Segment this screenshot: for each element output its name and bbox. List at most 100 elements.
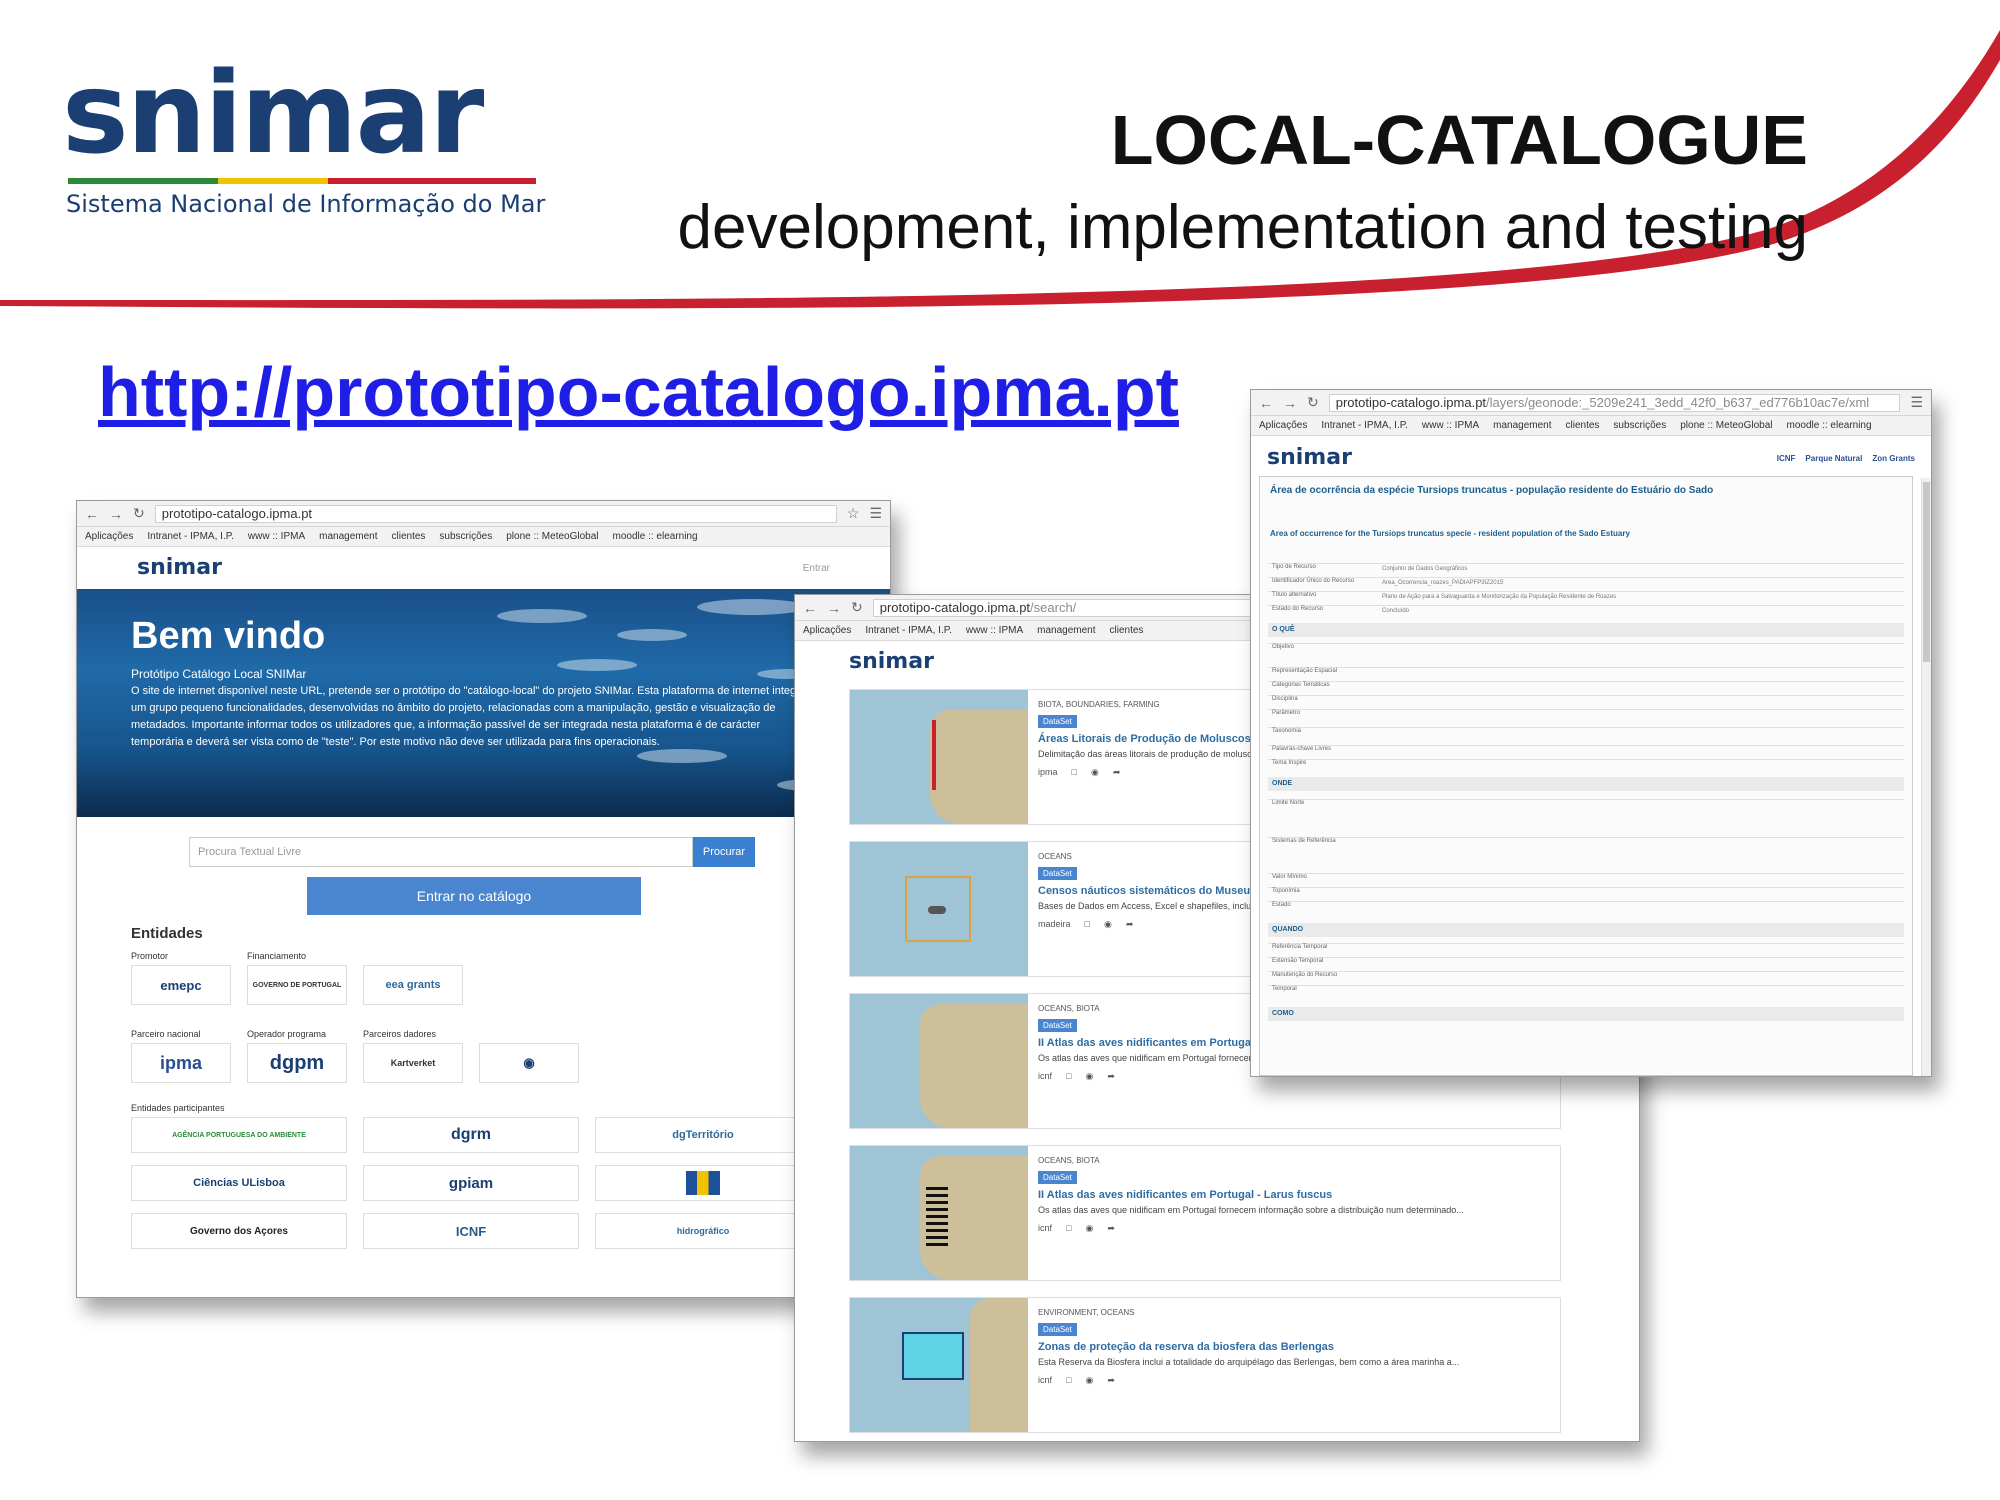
- search-input[interactable]: Procura Textual Livre: [189, 837, 693, 867]
- logo-eea-grants[interactable]: eea grants: [363, 965, 463, 1005]
- result-owner[interactable]: icnf: [1038, 1375, 1052, 1386]
- hero-banner: Bem vindo Protótipo Catálogo Local SNIMa…: [77, 589, 890, 817]
- bookmark-apps[interactable]: Aplicações: [803, 625, 851, 636]
- fish-shape: [497, 609, 587, 623]
- bookmark-clientes[interactable]: clientes: [392, 531, 426, 542]
- logo-madeira[interactable]: [595, 1165, 811, 1201]
- logo-hidrografico[interactable]: hidrográfico: [595, 1213, 811, 1249]
- back-icon[interactable]: ←: [1259, 395, 1273, 411]
- bookmark-plone[interactable]: plone :: MeteoGlobal: [1680, 420, 1772, 431]
- logo-dgpm[interactable]: dgpm: [247, 1043, 347, 1083]
- bookmark-intranet[interactable]: Intranet - IPMA, I.P.: [1321, 420, 1408, 431]
- bookmark-clientes[interactable]: clientes: [1110, 625, 1144, 636]
- browser-toolbar: ← → ↻ prototipo-catalogo.ipma.pt/layers/…: [1251, 390, 1931, 416]
- address-bar[interactable]: prototipo-catalogo.ipma.pt/layers/geonod…: [1328, 393, 1901, 412]
- site-logo[interactable]: snimar: [137, 557, 222, 579]
- scrollbar-thumb[interactable]: [1923, 482, 1930, 662]
- bookmark-management[interactable]: management: [1037, 625, 1095, 636]
- result-card[interactable]: ENVIRONMENT, OCEANS DataSet Zonas de pro…: [849, 1297, 1561, 1433]
- share-icon[interactable]: ➦: [1107, 1071, 1115, 1082]
- bookmark-www-ipma[interactable]: www :: IPMA: [248, 531, 305, 542]
- bookmark-management[interactable]: management: [319, 531, 377, 542]
- logo-gpiam[interactable]: gpiam: [363, 1165, 579, 1201]
- metadata-row: Palavras-chave Livres: [1268, 745, 1904, 757]
- metadata-panel: Área de ocorrência da espécie Tursiops t…: [1259, 476, 1913, 1076]
- forward-icon[interactable]: →: [1283, 395, 1297, 411]
- bookmark-clientes[interactable]: clientes: [1566, 420, 1600, 431]
- metadata-row: Disciplina: [1268, 695, 1904, 707]
- reload-icon[interactable]: ↻: [1307, 394, 1319, 411]
- reload-icon[interactable]: ↻: [851, 599, 863, 616]
- logo-kartverket[interactable]: Kartverket: [363, 1043, 463, 1083]
- logo-shield[interactable]: ◉: [479, 1043, 579, 1083]
- logo-subtitle: Sistema Nacional de Informação do Mar: [66, 190, 546, 218]
- logo-apa[interactable]: AGÊNCIA PORTUGUESA DO AMBIENTE: [131, 1117, 347, 1153]
- result-owner[interactable]: icnf: [1038, 1071, 1052, 1082]
- catalogue-url-link[interactable]: http://prototipo-catalogo.ipma.pt: [98, 352, 1179, 432]
- bookmark-www-ipma[interactable]: www :: IPMA: [1422, 420, 1479, 431]
- bookmark-subscricoes[interactable]: subscrições: [1613, 420, 1666, 431]
- enter-catalogue-button[interactable]: Entrar no catálogo: [307, 877, 641, 915]
- share-icon[interactable]: ➦: [1107, 1375, 1115, 1386]
- result-owner[interactable]: ipma: [1038, 767, 1058, 778]
- share-icon[interactable]: ➦: [1107, 1223, 1115, 1234]
- back-icon[interactable]: ←: [85, 506, 99, 522]
- bookmark-moodle[interactable]: moodle :: elearning: [613, 531, 698, 542]
- result-map-thumbnail: [850, 994, 1028, 1128]
- section-what: O QUÊ: [1268, 623, 1904, 637]
- metadata-row: Sistemas de Referência: [1268, 837, 1904, 855]
- address-host: prototipo-catalogo.ipma.pt: [879, 600, 1031, 615]
- share-icon[interactable]: ➦: [1113, 767, 1121, 778]
- bookmark-management[interactable]: management: [1493, 420, 1551, 431]
- menu-icon[interactable]: ☰: [869, 505, 882, 522]
- metadata-row: Objetivo: [1268, 643, 1904, 667]
- address-bar[interactable]: prototipo-catalogo.ipma.pt: [154, 504, 837, 523]
- result-category: OCEANS, BIOTA: [1038, 1156, 1100, 1165]
- logo-gov-portugal[interactable]: GOVERNO DE PORTUGAL: [247, 965, 347, 1005]
- scrollbar[interactable]: [1921, 478, 1931, 1076]
- label-dadores: Parceiros dadores: [363, 1029, 437, 1039]
- logo-emepc[interactable]: emepc: [131, 965, 231, 1005]
- label-operador: Operador programa: [247, 1029, 327, 1039]
- site-logo[interactable]: snimar: [849, 651, 934, 673]
- bookmark-apps[interactable]: Aplicações: [1259, 420, 1307, 431]
- slide-title: LOCAL-CATALOGUE: [1110, 101, 1808, 179]
- bookmark-moodle[interactable]: moodle :: elearning: [1787, 420, 1872, 431]
- logo-ciencias[interactable]: Ciências ULisboa: [131, 1165, 347, 1201]
- result-owner[interactable]: madeira: [1038, 919, 1071, 930]
- logo-dgterritorio[interactable]: dgTerritório: [595, 1117, 811, 1153]
- bookmark-subscricoes[interactable]: subscrições: [439, 531, 492, 542]
- logo-dgrm[interactable]: dgrm: [363, 1117, 579, 1153]
- metadata-row: Temporal: [1268, 985, 1904, 997]
- logo-wordmark: snimar: [62, 49, 484, 179]
- result-title[interactable]: Zonas de proteção da reserva da biosfera…: [1038, 1341, 1558, 1353]
- metadata-row: Título alternativo Plano de Ação para a S…: [1268, 591, 1904, 603]
- bookmark-intranet[interactable]: Intranet - IPMA, I.P.: [147, 531, 234, 542]
- result-card[interactable]: OCEANS, BIOTA DataSet II Atlas das aves …: [849, 1145, 1561, 1281]
- forward-icon[interactable]: →: [109, 506, 123, 522]
- menu-icon[interactable]: ☰: [1910, 394, 1923, 411]
- result-title[interactable]: II Atlas das aves nidificantes em Portug…: [1038, 1189, 1558, 1201]
- logo-ipma[interactable]: ipma: [131, 1043, 231, 1083]
- search-button[interactable]: Procurar: [693, 837, 755, 867]
- result-owner[interactable]: icnf: [1038, 1223, 1052, 1234]
- label-financiamento: Financiamento: [247, 951, 307, 961]
- logo-icnf[interactable]: ICNF: [363, 1213, 579, 1249]
- label-promotor: Promotor: [131, 951, 169, 961]
- site-logo[interactable]: snimar: [1267, 447, 1352, 469]
- logo-acores[interactable]: Governo dos Açores: [131, 1213, 347, 1249]
- slide-subtitle: development, implementation and testing: [677, 193, 1808, 262]
- bookmark-plone[interactable]: plone :: MeteoGlobal: [506, 531, 598, 542]
- forward-icon[interactable]: →: [827, 600, 841, 616]
- hero-title: Bem vindo: [131, 615, 326, 657]
- bookmark-apps[interactable]: Aplicações: [85, 531, 133, 542]
- star-icon[interactable]: ☆: [847, 505, 860, 522]
- bookmark-www-ipma[interactable]: www :: IPMA: [966, 625, 1023, 636]
- back-icon[interactable]: ←: [803, 600, 817, 616]
- reload-icon[interactable]: ↻: [133, 505, 145, 522]
- dataset-badge: DataSet: [1038, 1171, 1077, 1184]
- bookmark-intranet[interactable]: Intranet - IPMA, I.P.: [865, 625, 952, 636]
- metadata-row: Tipo de Recurso Conjunto de Dados Geográf…: [1268, 563, 1904, 575]
- login-link[interactable]: Entrar: [803, 563, 830, 574]
- share-icon[interactable]: ➦: [1126, 919, 1134, 930]
